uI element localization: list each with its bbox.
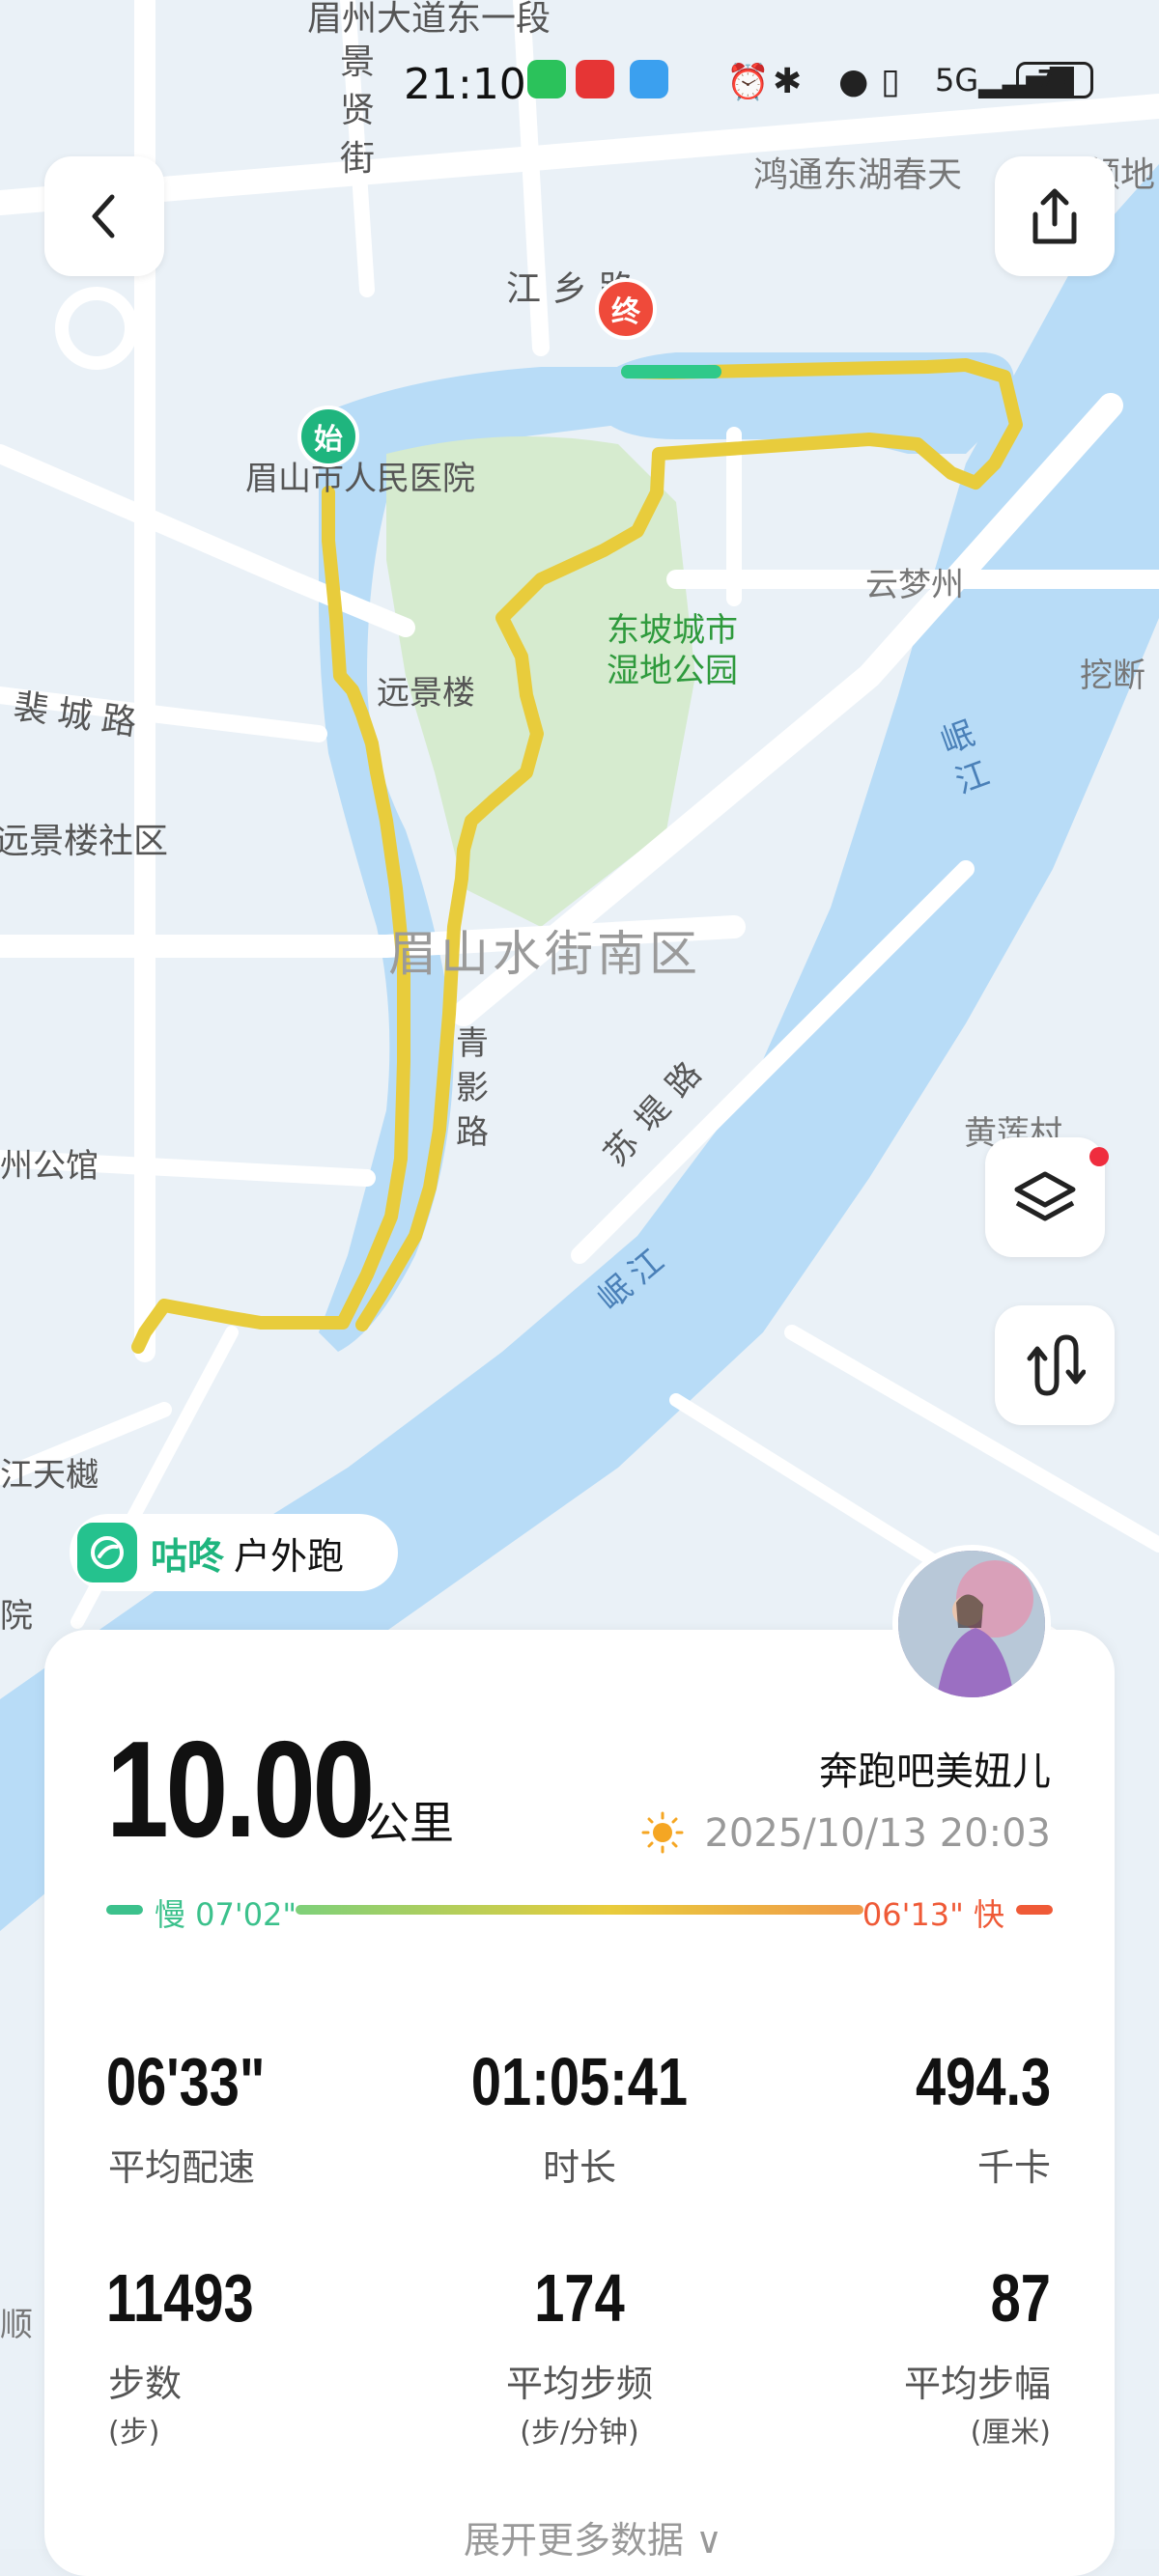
stat-duration-value: 01:05:41	[470, 2044, 689, 2119]
map-label-yuanjing-lou: 远景楼	[377, 674, 475, 713]
stat-steps-value: 11493	[106, 2260, 254, 2336]
pace-gradient-bar: 慢 07'02" 06'13" 快	[106, 1890, 1053, 1933]
map-label-yunmeng: 云梦州	[865, 566, 964, 604]
stat-avg-pace-value: 06'33"	[106, 2044, 266, 2119]
stat-avg-pace-label: 平均配速	[108, 2146, 256, 2189]
layers-icon	[1014, 1171, 1076, 1221]
map-label-hongtong: 鸿通东湖春天	[753, 155, 963, 195]
location-icon: ●	[838, 62, 869, 101]
brand-chip: 咕咚 户外跑	[70, 1514, 398, 1591]
activity-type: 户外跑	[234, 1534, 345, 1578]
run-datetime: 2025/10/13 20:03	[704, 1811, 1051, 1856]
username: 奔跑吧美妞儿	[819, 1750, 1051, 1794]
shopping-app-icon	[576, 60, 614, 98]
distance-value: 10.00	[106, 1713, 375, 1866]
alarm-icon: ⏰	[726, 63, 770, 102]
stat-stride-label: 平均步幅	[903, 2363, 1051, 2405]
map-layers-button[interactable]	[985, 1137, 1109, 1257]
stat-duration-label: 时长	[542, 2146, 617, 2189]
map-label-wajue: 挖断	[1080, 657, 1145, 695]
map-label-shuijie: 眉山水街南区	[388, 926, 701, 982]
map-label-top-road: 眉州大道东一段	[307, 0, 551, 39]
map-label-hospital: 眉山市人民医院	[245, 460, 475, 498]
distance-unit: 公里	[365, 1797, 454, 1849]
user-avatar[interactable]	[892, 1545, 1051, 1703]
share-icon	[1032, 188, 1077, 244]
map-label-yuan: 院	[0, 1597, 33, 1636]
pace-fast-label: 06'13" 快	[862, 1896, 1004, 1933]
codoon-logo-icon	[77, 1523, 137, 1582]
vibrate-icon: ▯	[881, 62, 900, 101]
notification-dot	[1089, 1147, 1109, 1166]
stat-stride-value: 87	[990, 2260, 1051, 2336]
weather-icon	[630, 60, 668, 98]
stat-stride-unit: (厘米)	[970, 2416, 1051, 2450]
map-label-zhouguan: 州公馆	[0, 1147, 99, 1186]
stat-cadence-unit: (步/分钟)	[520, 2416, 639, 2450]
status-bar: 21:10 ⏰ ✱ ● ▯ 5G▂▃▅▇ 73	[0, 54, 1159, 112]
pace-slow-label: 慢 07'02"	[155, 1896, 297, 1933]
back-button[interactable]	[44, 156, 164, 276]
pace-slow-cap	[106, 1905, 143, 1915]
route-start-marker[interactable]: 始	[297, 406, 359, 467]
stat-calories-value: 494.3	[915, 2044, 1051, 2119]
stat-cadence-label: 平均步频	[505, 2363, 654, 2405]
sunny-weather-icon	[641, 1811, 684, 1854]
map-label-yuanjing-community: 远景楼社区	[0, 822, 169, 861]
stat-calories-label: 千卡	[976, 2146, 1051, 2189]
route-end-marker[interactable]: 终	[595, 278, 657, 340]
route-replay-button[interactable]	[995, 1305, 1115, 1425]
wechat-icon	[527, 60, 566, 98]
stat-steps-label: 步数	[108, 2363, 183, 2405]
stat-cadence-value: 174	[534, 2260, 625, 2336]
map-label-shun: 顺	[0, 2306, 33, 2344]
bluetooth-icon: ✱	[773, 62, 803, 101]
battery-indicator: 73	[1016, 62, 1093, 98]
pace-fast-cap	[1016, 1905, 1053, 1915]
map-label-jiangtian: 江天樾	[0, 1456, 99, 1495]
map-label-qingying: 青影路	[456, 1024, 489, 1152]
status-time: 21:10	[404, 60, 526, 109]
brand-name: 咕咚	[151, 1534, 225, 1578]
map-label-dongpo-park: 东坡城市 湿地公园	[607, 611, 738, 690]
stat-steps-unit: (步)	[108, 2416, 160, 2450]
share-button[interactable]	[995, 156, 1115, 276]
route-curve-icon	[1027, 1334, 1086, 1396]
pace-gradient-line	[296, 1905, 863, 1915]
expand-more-data-button[interactable]: 展开更多数据 ∨	[464, 2510, 722, 2563]
chevron-left-icon	[92, 194, 115, 238]
